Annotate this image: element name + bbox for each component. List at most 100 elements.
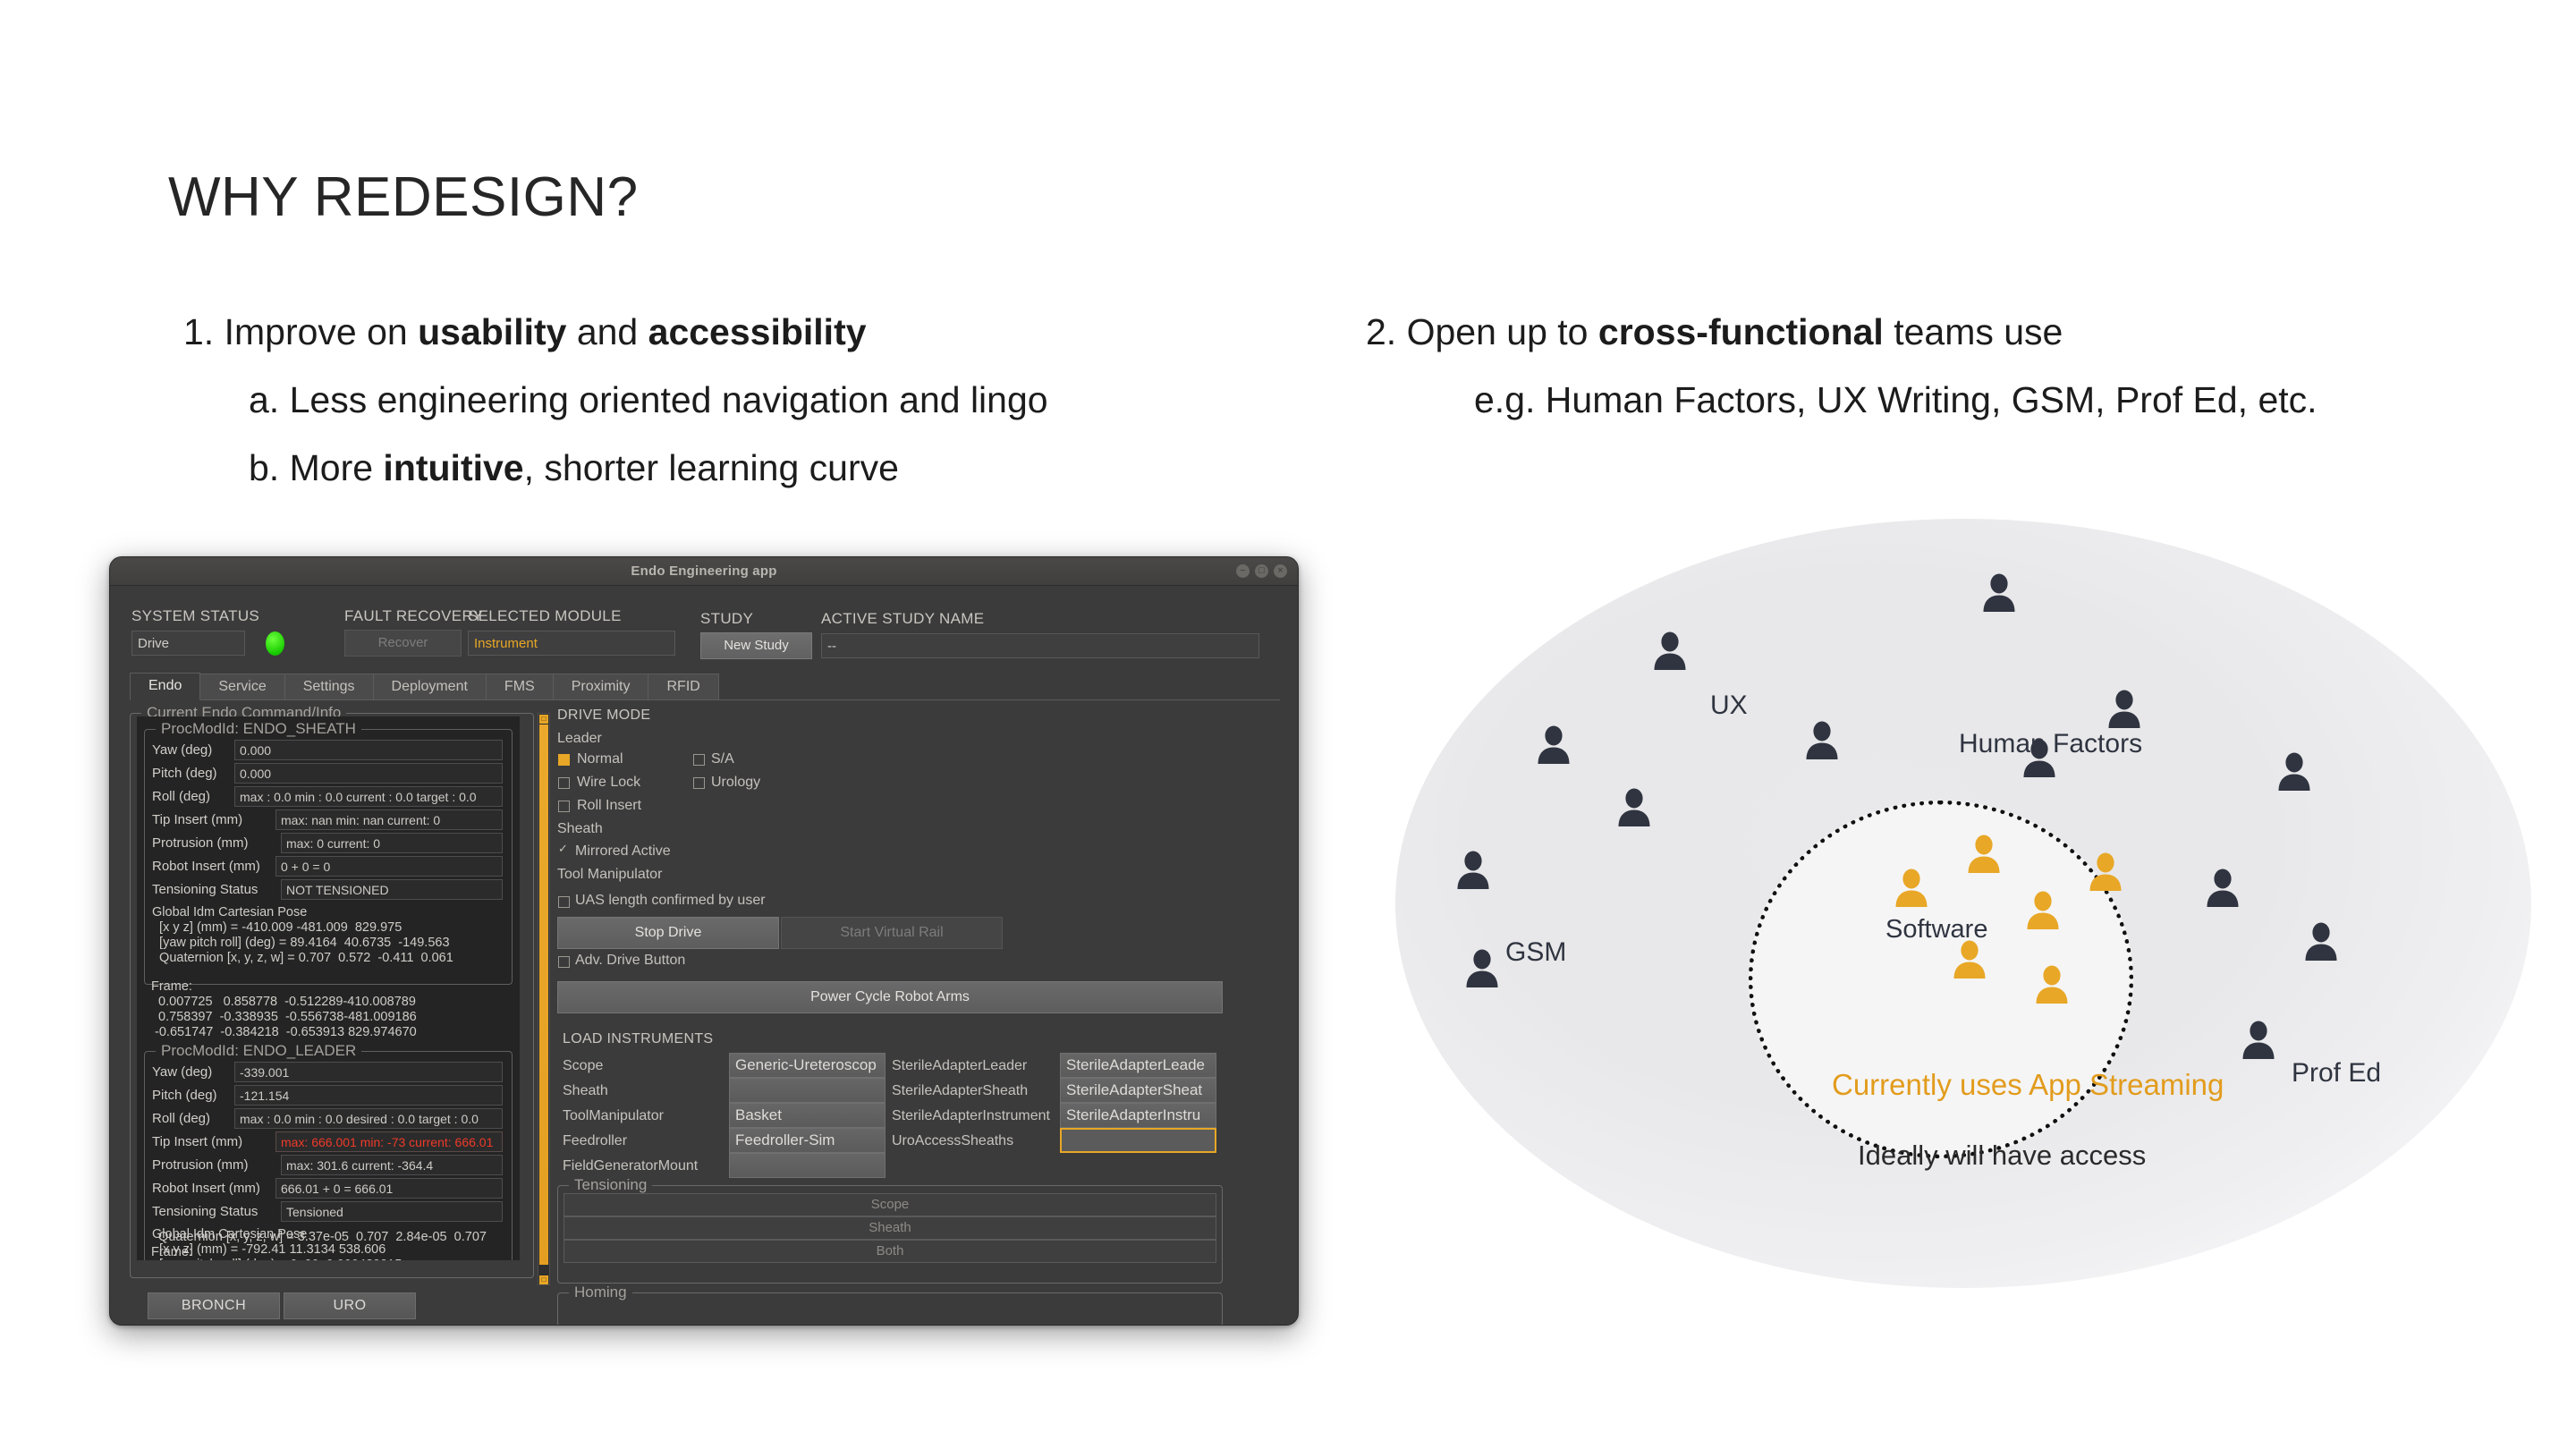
drive-sa-label: S/A xyxy=(711,751,734,767)
person-icon xyxy=(1802,720,1842,759)
person-icon xyxy=(1453,850,1493,889)
instr-sheath-combo[interactable] xyxy=(729,1078,886,1103)
label-ux: UX xyxy=(1710,691,1748,720)
instr-field-generator-mount-combo[interactable] xyxy=(729,1153,886,1178)
sheath-pose-title: Global Idm Cartesian Pose xyxy=(152,905,308,919)
instr-tool-manipulator-label: ToolManipulator xyxy=(563,1108,664,1123)
adv-drive-button-checkbox[interactable] xyxy=(558,956,570,968)
leader-tip-insert-value[interactable]: max: 666.001 min: -73 current: 666.01 xyxy=(275,1131,503,1152)
sheath-tip-insert-value[interactable]: max: nan min: nan current: 0 xyxy=(275,809,503,830)
person-icon xyxy=(2105,689,2144,728)
leader-yaw-value[interactable]: -339.001 xyxy=(234,1062,503,1082)
power-cycle-robot-arms-button[interactable]: Power Cycle Robot Arms xyxy=(557,981,1223,1013)
sheath-pose-line-3: Quaternion [x, y, z, w] = 0.707 0.572 -0… xyxy=(152,951,453,965)
sheath-protrusion-value[interactable]: max: 0 current: 0 xyxy=(281,833,503,853)
bullet-1b-mid: , shorter learning curve xyxy=(523,447,899,488)
leader-robot-insert-value[interactable]: 666.01 + 0 = 666.01 xyxy=(275,1178,503,1199)
drive-sa-checkbox[interactable] xyxy=(693,754,705,766)
instr-feedroller-label: Feedroller xyxy=(563,1133,628,1148)
new-study-button[interactable]: New Study xyxy=(700,632,812,659)
label-gsm: GSM xyxy=(1505,937,1567,967)
sheath-pitch-label: Pitch (deg) xyxy=(152,766,217,781)
bullet-1-bold-usability: usability xyxy=(418,311,567,352)
sheath-pitch-value[interactable]: 0.000 xyxy=(234,763,503,784)
scroll-up-icon[interactable]: □ xyxy=(539,715,548,724)
leader-tip-insert-label: Tip Insert (mm) xyxy=(152,1134,243,1149)
drive-normal-checkbox[interactable] xyxy=(558,754,570,766)
tension-both-button[interactable]: Both xyxy=(564,1240,1216,1263)
window-titlebar: Endo Engineering app − □ × xyxy=(110,557,1298,586)
recover-button[interactable]: Recover xyxy=(344,630,462,657)
active-study-name-label: ACTIVE STUDY NAME xyxy=(821,610,985,627)
bullet-2: 2. Open up to cross-functional teams use xyxy=(1366,311,2063,353)
leader-roll-value[interactable]: max : 0.0 min : 0.0 desired : 0.0 target… xyxy=(234,1108,503,1129)
instr-sterile-adapter-sheath-combo[interactable]: SterileAdapterSheat xyxy=(1060,1078,1216,1103)
tab-endo[interactable]: Endo xyxy=(130,673,201,700)
app-body: SYSTEM STATUS Drive FAULT RECOVERY Recov… xyxy=(110,586,1298,1325)
person-icon xyxy=(1650,631,1690,670)
left-pane-scrollbar[interactable]: □ □ xyxy=(538,713,550,1285)
scroll-down-icon[interactable]: □ xyxy=(539,1275,548,1284)
leader-pose-line-3: Quaternion [x, y, z, w] = 3.37e-05 0.707… xyxy=(151,1230,487,1244)
drive-urology-checkbox[interactable] xyxy=(693,777,705,789)
instr-sterile-adapter-instrument-combo[interactable]: SterileAdapterInstru xyxy=(1060,1103,1216,1128)
tabbar: Endo Service Settings Deployment FMS Pro… xyxy=(130,673,719,700)
instr-scope-combo[interactable]: Generic-Ureteroscop xyxy=(729,1053,886,1078)
mirrored-active-check-icon[interactable]: ✓ xyxy=(558,842,568,856)
endo-leader-group: ProcModId: ENDO_LEADER Yaw (deg) -339.00… xyxy=(144,1042,513,1260)
drive-wire-lock-checkbox[interactable] xyxy=(558,777,570,789)
tab-settings[interactable]: Settings xyxy=(284,674,374,700)
sheath-tip-insert-label: Tip Insert (mm) xyxy=(152,812,243,827)
drive-normal-label: Normal xyxy=(577,751,623,767)
drive-roll-insert-label: Roll Insert xyxy=(577,798,642,813)
sheath-frame-title: Frame: xyxy=(151,979,192,994)
window-controls: − □ × xyxy=(1236,564,1287,578)
person-icon xyxy=(1534,724,1573,764)
tab-proximity[interactable]: Proximity xyxy=(552,674,649,700)
tension-sheath-button[interactable]: Sheath xyxy=(564,1216,1216,1240)
bullet-1-number: 1. xyxy=(183,311,215,352)
tab-rfid[interactable]: RFID xyxy=(648,674,719,700)
drive-roll-insert-checkbox[interactable] xyxy=(558,801,570,812)
tension-scope-button[interactable]: Scope xyxy=(564,1193,1216,1216)
endo-leader-title: ProcModId: ENDO_LEADER xyxy=(156,1042,362,1060)
instr-sterile-adapter-leader-combo[interactable]: SterileAdapterLeade xyxy=(1060,1053,1216,1078)
leader-protrusion-value[interactable]: max: 301.6 current: -364.4 xyxy=(281,1155,503,1175)
instr-uro-access-sheaths-combo[interactable] xyxy=(1060,1128,1216,1153)
minimize-icon[interactable]: − xyxy=(1236,564,1250,578)
endo-sheath-title: ProcModId: ENDO_SHEATH xyxy=(156,720,361,738)
mirrored-active-label: Mirrored Active xyxy=(575,843,671,859)
sheath-yaw-value[interactable]: 0.000 xyxy=(234,740,503,760)
scrollbar-thumb[interactable] xyxy=(539,724,548,1265)
instr-tool-manipulator-combo[interactable]: Basket xyxy=(729,1103,886,1128)
bronch-button[interactable]: BRONCH xyxy=(148,1292,280,1319)
instr-feedroller-combo[interactable]: Feedroller-Sim xyxy=(729,1128,886,1153)
person-icon xyxy=(2301,921,2341,961)
leader-frame-title: Frame: xyxy=(151,1245,192,1259)
drive-urology-label: Urology xyxy=(711,775,761,790)
stop-drive-button[interactable]: Stop Drive xyxy=(557,917,779,949)
tab-deployment[interactable]: Deployment xyxy=(372,674,487,700)
uas-length-confirmed-checkbox[interactable] xyxy=(558,896,570,908)
left-pane: Current Endo Command/Info ProcModId: END… xyxy=(130,704,534,1319)
start-virtual-rail-button[interactable]: Start Virtual Rail xyxy=(781,917,1003,949)
selected-module-value: Instrument xyxy=(468,631,675,656)
leader-pitch-value[interactable]: -121.154 xyxy=(234,1085,503,1106)
sheath-robot-insert-value[interactable]: 0 + 0 = 0 xyxy=(275,856,503,877)
right-pane: DRIVE MODE Leader Normal Wire Lock Roll … xyxy=(557,708,1282,1325)
maximize-icon[interactable]: □ xyxy=(1255,564,1268,578)
bullet-2-bold-cross-functional: cross-functional xyxy=(1597,311,1884,352)
bullet-1-mid: and xyxy=(566,311,648,352)
software-team-region xyxy=(1749,801,2133,1158)
tab-fms[interactable]: FMS xyxy=(485,674,554,700)
bullet-1b: b. More intuitive, shorter learning curv… xyxy=(249,447,899,489)
bullet-1a-number: a. xyxy=(249,379,280,420)
uro-button[interactable]: URO xyxy=(284,1292,416,1319)
tensioning-group-title: Tensioning xyxy=(569,1176,653,1194)
sheath-roll-value[interactable]: max : 0.0 min : 0.0 current : 0.0 target… xyxy=(234,786,503,807)
close-icon[interactable]: × xyxy=(1274,564,1287,578)
person-icon xyxy=(1979,572,2019,612)
bullet-2a: e.g. Human Factors, UX Writing, GSM, Pro… xyxy=(1474,379,2318,421)
tab-service[interactable]: Service xyxy=(199,674,285,700)
person-icon xyxy=(2239,1020,2278,1059)
